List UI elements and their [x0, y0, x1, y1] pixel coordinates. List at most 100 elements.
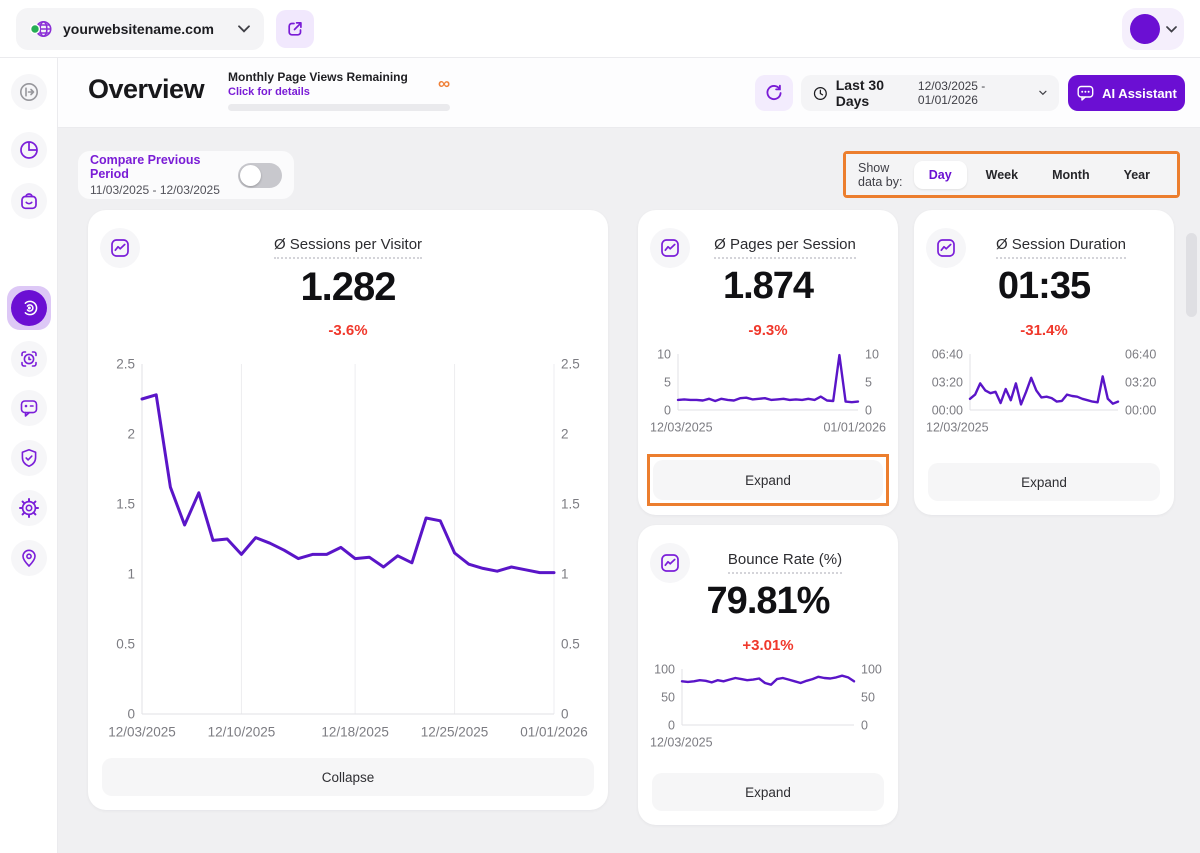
- compare-toggle[interactable]: [238, 163, 282, 188]
- svg-text:06:40: 06:40: [932, 347, 963, 361]
- sidebar-item-settings[interactable]: [11, 490, 47, 526]
- sidebar-nav: [0, 58, 58, 853]
- sidebar-item-statistics-active[interactable]: [7, 286, 51, 330]
- ai-assistant-button[interactable]: AI Assistant: [1068, 75, 1185, 111]
- sidebar-item-privacy[interactable]: [11, 440, 47, 476]
- metric-title: Ø Sessions per Visitor: [274, 236, 422, 259]
- granularity-option-year[interactable]: Year: [1109, 161, 1165, 189]
- sidebar-item-ecommerce[interactable]: [11, 183, 47, 219]
- svg-text:01/01/2026: 01/01/2026: [520, 725, 588, 740]
- svg-text:0: 0: [561, 707, 569, 722]
- quota-progress-bar: [228, 104, 450, 111]
- svg-text:2.5: 2.5: [116, 357, 135, 372]
- metric-delta: -9.3%: [638, 320, 898, 342]
- svg-text:06:40: 06:40: [1125, 347, 1156, 361]
- metric-title: Ø Session Duration: [996, 236, 1126, 259]
- card-bounce-rate: Bounce Rate (%) 79.81% +3.01% 0050501001…: [638, 525, 898, 825]
- svg-text:00:00: 00:00: [1125, 403, 1156, 417]
- date-range-picker[interactable]: Last 30 Days 12/03/2025 - 01/01/2026: [801, 75, 1059, 111]
- compare-range: 11/03/2025 - 12/03/2025: [90, 183, 228, 197]
- quota-details-link[interactable]: Click for details: [228, 86, 454, 98]
- metric-delta: -3.6%: [88, 320, 608, 342]
- granularity-option-month[interactable]: Month: [1037, 161, 1104, 189]
- granularity-option-day[interactable]: Day: [914, 161, 967, 189]
- bounce-rate-chart: 00505010010012/03/2025: [648, 661, 888, 758]
- svg-text:1.5: 1.5: [561, 497, 580, 512]
- expand-button[interactable]: Expand: [928, 463, 1160, 501]
- svg-text:50: 50: [861, 690, 875, 704]
- compare-previous-period: Compare Previous Period 11/03/2025 - 12/…: [78, 151, 294, 199]
- svg-text:00:00: 00:00: [932, 403, 963, 417]
- status-dot-icon: [31, 25, 40, 34]
- metric-title: Bounce Rate (%): [728, 551, 842, 574]
- scrollbar-thumb[interactable]: [1186, 233, 1197, 317]
- active-item-background: [11, 290, 47, 326]
- compare-label: Compare Previous Period: [90, 153, 228, 181]
- session-duration-chart: 00:00 00:00 03:20 03:20 06:40 06:40 12/03/2025: [924, 346, 1164, 443]
- sidebar-item-dashboard[interactable]: [11, 132, 47, 168]
- card-pages-per-session: Ø Pages per Session 1.874 -9.3% 00551010…: [638, 210, 898, 515]
- metric-delta: -31.4%: [914, 320, 1174, 342]
- show-data-by-label: Show data by:: [858, 161, 904, 189]
- expand-button[interactable]: Expand: [652, 773, 884, 811]
- ai-assistant-label: AI Assistant: [1102, 86, 1177, 101]
- refresh-icon: [764, 83, 784, 103]
- svg-text:12/03/2025: 12/03/2025: [650, 736, 713, 750]
- chevron-down-icon: [238, 25, 250, 33]
- metric-title: Ø Pages per Session: [714, 236, 856, 259]
- external-link-icon: [285, 19, 305, 39]
- metric-value: 01:35: [914, 264, 1174, 308]
- svg-text:0: 0: [664, 403, 671, 417]
- clock-icon: [813, 85, 828, 102]
- focus-target-icon: [18, 348, 40, 370]
- granularity-option-week[interactable]: Week: [971, 161, 1033, 189]
- sidebar-item-collapse[interactable]: [11, 74, 47, 110]
- svg-text:2: 2: [127, 427, 135, 442]
- sidebar-item-recordings[interactable]: [11, 341, 47, 377]
- quota-title: Monthly Page Views Remaining: [228, 70, 454, 84]
- sessions-per-visitor-chart: 000.50.5111.51.5222.52.512/03/202512/10/…: [98, 348, 598, 749]
- quota-widget[interactable]: Monthly Page Views Remaining Click for d…: [228, 70, 454, 111]
- svg-text:03:20: 03:20: [1125, 375, 1156, 389]
- metric-value: 1.282: [88, 264, 608, 310]
- svg-text:0: 0: [865, 403, 872, 417]
- annotation-box-expand: Expand: [647, 454, 889, 506]
- metric-value: 1.874: [638, 264, 898, 308]
- sidebar-item-feedback[interactable]: [11, 390, 47, 426]
- metric-delta: +3.01%: [638, 635, 898, 657]
- refresh-button[interactable]: [755, 75, 793, 111]
- open-website-button[interactable]: [276, 10, 314, 48]
- show-data-by-control: Show data by: Day Week Month Year: [846, 154, 1177, 195]
- quota-limit-infinity: ∞: [438, 74, 450, 94]
- svg-text:2: 2: [561, 427, 569, 442]
- svg-text:03:20: 03:20: [932, 375, 963, 389]
- chevron-down-icon: [1166, 26, 1177, 33]
- collapse-button[interactable]: Collapse: [102, 758, 594, 796]
- svg-text:0: 0: [668, 718, 675, 732]
- date-preset-label: Last 30 Days: [836, 77, 910, 109]
- svg-text:12/03/2025: 12/03/2025: [926, 421, 989, 435]
- sidebar-item-locations[interactable]: [11, 540, 47, 576]
- metric-value: 79.81%: [638, 579, 898, 623]
- date-range-value: 12/03/2025 - 01/01/2026: [918, 79, 1031, 107]
- svg-text:01/01/2026: 01/01/2026: [823, 421, 886, 435]
- svg-text:12/18/2025: 12/18/2025: [321, 725, 389, 740]
- card-session-duration: Ø Session Duration 01:35 -31.4% 00:0000:…: [914, 210, 1174, 515]
- gear-icon: [18, 497, 40, 519]
- website-selector[interactable]: yourwebsitename.com: [16, 8, 264, 50]
- expand-button[interactable]: Expand: [653, 460, 883, 500]
- svg-text:1: 1: [561, 567, 569, 582]
- page-header: Overview Monthly Page Views Remaining Cl…: [58, 58, 1200, 128]
- svg-text:50: 50: [661, 690, 675, 704]
- website-name: yourwebsitename.com: [63, 21, 229, 37]
- top-bar: yourwebsitename.com: [0, 0, 1200, 58]
- svg-text:10: 10: [865, 347, 879, 361]
- svg-text:100: 100: [654, 662, 675, 676]
- svg-text:1: 1: [127, 567, 135, 582]
- svg-text:1.5: 1.5: [116, 497, 135, 512]
- svg-text:0.5: 0.5: [116, 637, 135, 652]
- account-menu[interactable]: [1122, 8, 1184, 50]
- globe-icon: [30, 18, 54, 40]
- chat-bubble-icon: [18, 397, 40, 419]
- pie-chart-icon: [18, 139, 40, 161]
